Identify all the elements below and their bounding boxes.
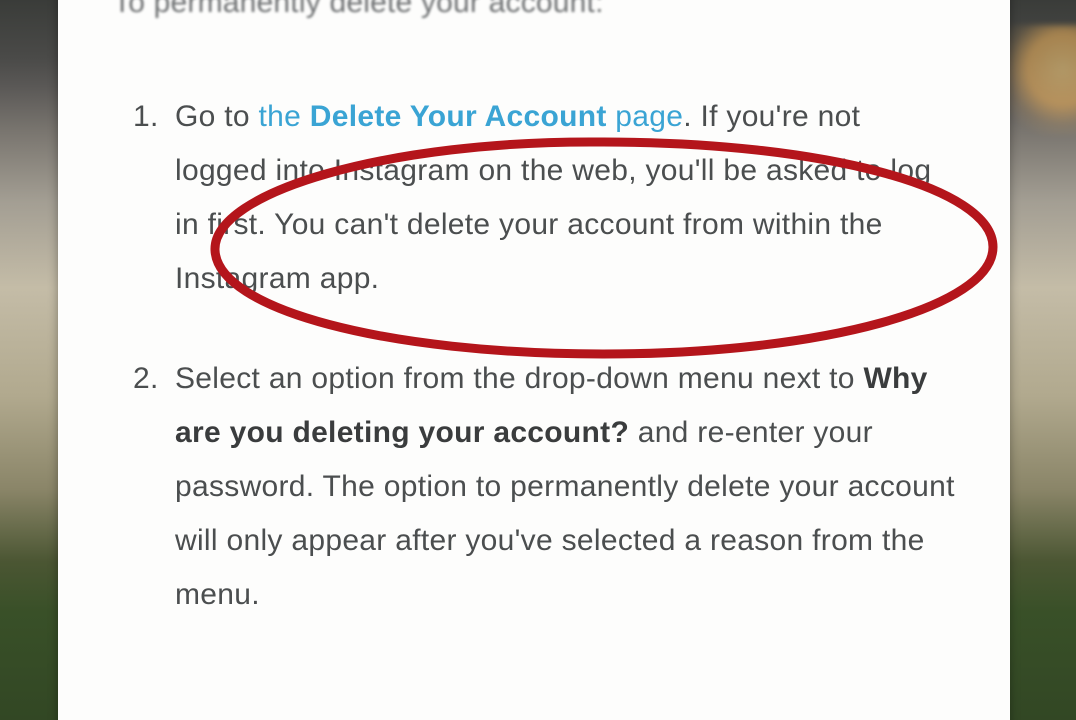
background: To permanently delete your account: Go t… [0,0,1076,720]
delete-account-link-the[interactable]: the [259,100,310,133]
steps-list: Go to the Delete Your Account page. If y… [113,90,955,622]
step-2: Select an option from the drop-down menu… [175,352,955,622]
step1-prefix: Go to [175,100,259,133]
step-1: Go to the Delete Your Account page. If y… [175,90,955,306]
delete-account-link-page[interactable]: page [607,100,684,133]
delete-account-link[interactable]: Delete Your Account [310,100,607,133]
intro-text: To permanently delete your account: [113,0,955,20]
step2-prefix: Select an option from the drop-down menu… [175,362,863,395]
help-card: To permanently delete your account: Go t… [58,0,1010,720]
